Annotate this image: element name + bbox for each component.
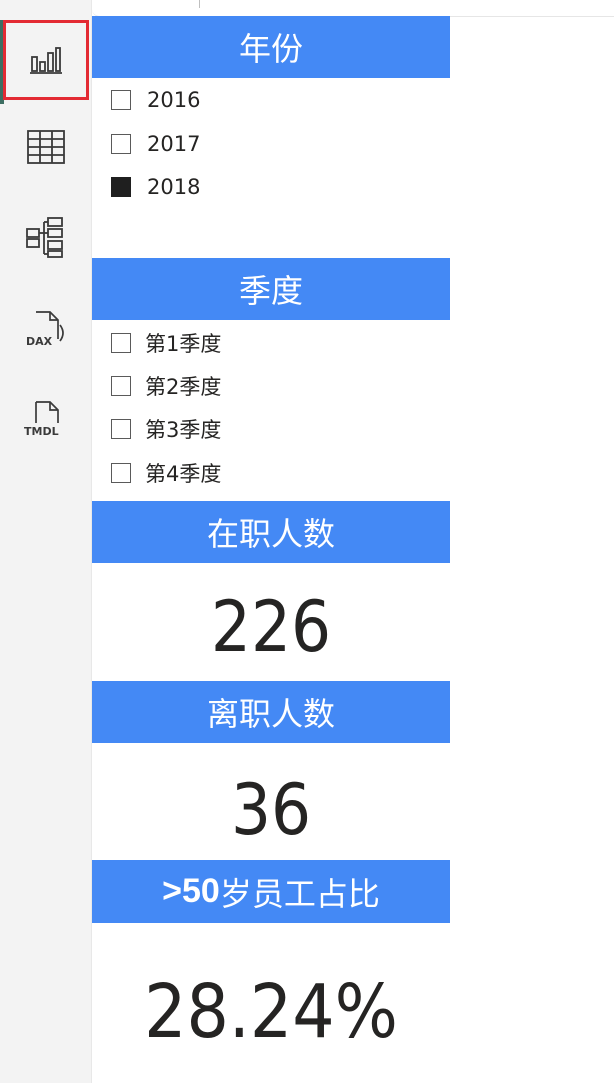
active-employees-header: 在职人数 <box>92 501 450 563</box>
over50-ratio-header: >50 岁员工占比 <box>92 860 450 923</box>
departed-employees-card[interactable]: 36 <box>92 766 450 854</box>
checkbox[interactable] <box>111 90 131 110</box>
quarter-option-2[interactable]: 第2季度 <box>111 373 221 399</box>
departed-employees-header: 离职人数 <box>92 681 450 743</box>
view-switcher-rail: DAX TMDL <box>0 0 92 1083</box>
active-employees-card[interactable]: 226 <box>92 584 450 670</box>
year-option-2016[interactable]: 2016 <box>111 87 200 113</box>
dax-label: DAX <box>26 335 53 348</box>
over50-ratio-card[interactable]: 28.24% <box>92 964 450 1060</box>
option-label: 第4季度 <box>145 462 222 486</box>
checkbox[interactable] <box>111 419 131 439</box>
year-option-2018[interactable]: 2018 <box>111 174 200 200</box>
active-employees-value: 226 <box>210 586 332 668</box>
checkbox[interactable] <box>111 333 131 353</box>
tmdl-label: TMDL <box>24 425 59 438</box>
quarter-option-4[interactable]: 第4季度 <box>111 460 221 486</box>
active-employees-title: 在职人数 <box>206 515 335 553</box>
quarter-option-1[interactable]: 第1季度 <box>111 330 221 356</box>
report-view-icon <box>30 47 62 74</box>
checkbox[interactable] <box>111 376 131 396</box>
option-label: 2018 <box>147 175 201 199</box>
top-toolbar-edge <box>92 0 614 17</box>
year-slicer-title: 年份 <box>238 30 303 68</box>
over50-ratio-title-prefix: >50 <box>162 872 220 910</box>
checkbox[interactable] <box>111 463 131 483</box>
year-option-2017[interactable]: 2017 <box>111 131 200 157</box>
option-label: 第1季度 <box>145 332 222 356</box>
report-view-button[interactable] <box>3 20 89 100</box>
checkbox[interactable] <box>111 134 131 154</box>
over50-ratio-title-suffix: 岁员工占比 <box>219 874 380 913</box>
option-label: 第2季度 <box>145 375 222 399</box>
dax-query-view-button[interactable]: DAX <box>4 290 88 368</box>
checkbox-checked[interactable] <box>111 177 131 197</box>
tmdl-view-icon: TMDL <box>24 401 59 438</box>
quarter-option-3[interactable]: 第3季度 <box>111 416 221 442</box>
departed-employees-title: 离职人数 <box>206 695 335 733</box>
table-view-button[interactable] <box>4 108 88 186</box>
year-slicer-header: 年份 <box>92 16 450 78</box>
model-view-icon <box>26 217 63 258</box>
tmdl-view-button[interactable]: TMDL <box>4 380 88 458</box>
toolbar-divider <box>199 0 200 8</box>
model-view-button[interactable] <box>4 198 88 276</box>
option-label: 2017 <box>147 132 201 156</box>
option-label: 第3季度 <box>145 418 222 442</box>
quarter-slicer-header: 季度 <box>92 258 450 320</box>
quarter-slicer-title: 季度 <box>238 272 303 310</box>
option-label: 2016 <box>147 88 201 112</box>
departed-employees-value: 36 <box>230 769 312 851</box>
table-view-icon <box>27 130 65 164</box>
dax-query-view-icon: DAX <box>26 311 64 348</box>
over50-ratio-value: 28.24% <box>144 969 398 1055</box>
